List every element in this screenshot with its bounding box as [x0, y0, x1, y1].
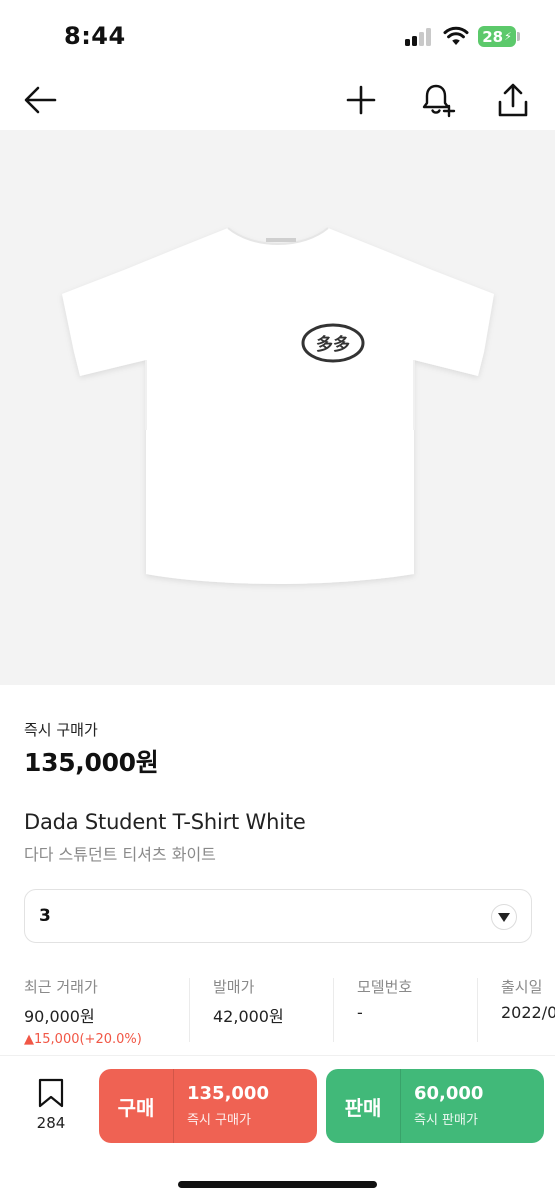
home-indicator[interactable] [178, 1181, 377, 1188]
bookmark-count: 284 [36, 1114, 66, 1132]
info-value: - [357, 1003, 363, 1022]
plus-icon[interactable] [339, 78, 383, 122]
status-bar: 8:44 28 ⚡ [0, 0, 555, 70]
info-release-price: 발매가 42,000원 [213, 976, 284, 1048]
nav-bar [0, 70, 555, 130]
cellular-signal-icon [405, 28, 435, 46]
product-info-row: 최근 거래가 90,000원 ▲15,000(+20.0%) 발매가 42,00… [24, 976, 555, 1048]
shirt-print-logo: 多多 [316, 334, 350, 355]
divider [477, 978, 478, 1042]
info-label: 모델번호 [357, 978, 413, 996]
sell-button[interactable]: 판매 60,000 즉시 판매가 [326, 1069, 544, 1143]
wifi-icon [443, 26, 469, 45]
divider [0, 1055, 555, 1056]
info-model-number: 모델번호 - [357, 976, 412, 1048]
product-image[interactable]: 多多 [0, 130, 555, 685]
buy-label: 구매 [117, 1095, 155, 1120]
bookmark-icon [38, 1078, 64, 1108]
buy-button[interactable]: 구매 135,000 즉시 구매가 [99, 1069, 317, 1143]
info-label: 출시일 [501, 978, 543, 996]
info-label: 발매가 [213, 978, 255, 996]
sell-label: 판매 [344, 1095, 382, 1120]
info-value: 2022/0 [501, 1003, 555, 1022]
bookmark-button[interactable]: 284 [28, 1078, 74, 1132]
product-name-en: Dada Student T-Shirt White [24, 810, 306, 834]
info-label: 최근 거래가 [24, 978, 98, 996]
share-icon[interactable] [491, 78, 535, 122]
buy-price-label: 즉시 구매가 [187, 1113, 251, 1128]
sell-price: 60,000 [414, 1083, 484, 1104]
instant-buy-price: 135,000원 [24, 748, 159, 777]
sell-price-label: 즉시 판매가 [414, 1113, 478, 1128]
info-recent-trade: 최근 거래가 90,000원 ▲15,000(+20.0%) [24, 976, 142, 1048]
price-change: ▲15,000(+20.0%) [24, 1032, 142, 1047]
buy-price: 135,000 [187, 1083, 269, 1104]
battery-level: 28 [482, 27, 504, 46]
size-select[interactable]: 3 [24, 889, 532, 943]
chevron-down-icon[interactable] [491, 904, 517, 930]
bell-plus-icon[interactable] [416, 78, 460, 122]
product-name-ko: 다다 스튜던트 티셔츠 화이트 [24, 845, 216, 864]
status-time: 8:44 [64, 22, 126, 50]
battery-icon: 28 ⚡ [478, 26, 516, 47]
info-release-date: 출시일 2022/0 [501, 976, 555, 1048]
info-value: 42,000원 [213, 1007, 284, 1026]
t-shirt-image: 多多 [62, 227, 494, 584]
size-value: 3 [39, 906, 51, 926]
price-label: 즉시 구매가 [24, 721, 98, 739]
divider [189, 978, 190, 1042]
divider [333, 978, 334, 1042]
info-value: 90,000원 [24, 1007, 95, 1026]
back-arrow-icon[interactable] [18, 78, 62, 122]
